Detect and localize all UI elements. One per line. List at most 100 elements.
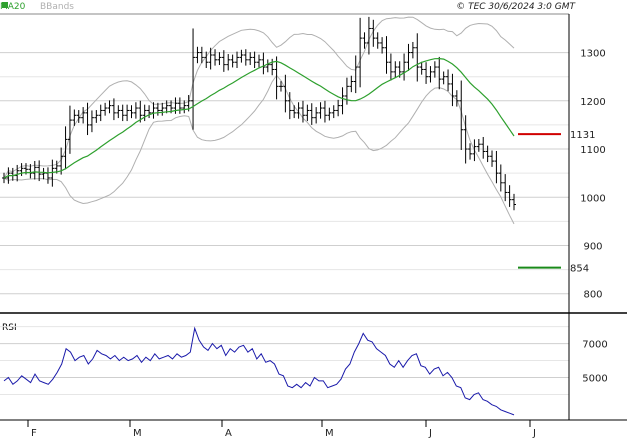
ohlc-bar (116, 105, 121, 119)
ohlc-bar (494, 150, 499, 184)
ohlc-bar (393, 61, 398, 78)
stock-chart: MA20 BBands © TEC 30/6/2024 3:0 GMT 1131… (0, 2, 627, 439)
ohlc-bar (512, 193, 516, 211)
ohlc-bar (415, 33, 420, 82)
ohlc-bar (257, 54, 261, 68)
ohlc-bar (336, 99, 341, 117)
ohlc-bar (221, 50, 226, 72)
ohlc-bar (248, 52, 253, 66)
ohlc-bar (432, 61, 437, 78)
ohlc-bar (81, 107, 86, 124)
ohlc-bar (177, 97, 182, 114)
ohlc-bar (428, 66, 433, 83)
price-tick-label: 900 (583, 241, 602, 252)
ohlc-bar (410, 41, 415, 59)
ohlc-bar (103, 102, 108, 116)
ohlc-bar (217, 52, 222, 66)
x-month-label: M (325, 428, 334, 439)
ohlc-bar (305, 104, 310, 122)
ohlc-bar (230, 54, 235, 68)
ohlc-bar (476, 139, 481, 152)
ohlc-bar (107, 100, 112, 114)
ohlc-bar (125, 104, 130, 122)
ohlc-bar (98, 104, 103, 122)
ohlc-bar (283, 74, 288, 113)
price-tick-label: 800 (583, 290, 602, 301)
ohlc-bar (446, 69, 451, 92)
price-marker-label: 1131 (570, 130, 595, 141)
ma-legend-label: MA20 (0, 2, 26, 12)
ohlc-bar (120, 104, 125, 122)
rsi-grid (0, 326, 569, 396)
ohlc-bar (490, 150, 495, 167)
price-tick-label: 1000 (580, 193, 605, 204)
ohlc-bar (485, 145, 490, 163)
ohlc-bar (468, 143, 473, 160)
ohlc-bar (309, 103, 314, 125)
ohlc-bar (265, 59, 270, 73)
ohlc-bar (129, 105, 134, 119)
ohlc-bar (472, 139, 477, 162)
ohlc-bar (111, 98, 116, 121)
rsi-tick-label: 5000 (582, 374, 607, 385)
ohlc-bar (481, 136, 486, 159)
ohlc-bar (375, 32, 380, 49)
ohlc-bar (384, 36, 389, 74)
ohlc-bar (261, 52, 266, 75)
x-month-label: A (225, 428, 232, 439)
ohlc-bar (89, 110, 94, 133)
ohlc-bar (63, 126, 68, 170)
copyright-text: © TEC 30/6/2024 3:0 GMT (456, 2, 576, 12)
ohlc-bar (243, 49, 248, 66)
ohlc-bar (160, 102, 165, 116)
ohlc-bar (349, 75, 354, 93)
price-grid (0, 52, 569, 295)
ohlc-bar (32, 160, 37, 180)
ohlc-bar (366, 16, 371, 55)
bbands-lower-line (3, 74, 515, 225)
x-month-label: F (31, 428, 37, 439)
ohlc-bar (419, 61, 424, 75)
ohlc-bar (322, 100, 327, 123)
rsi-axis-labels: 5000 7000 (582, 340, 607, 385)
ohlc-bar (252, 51, 257, 69)
ohlc-bar (155, 102, 160, 116)
ohlc-bar (507, 185, 512, 207)
price-tick-label: 1200 (580, 97, 605, 108)
ohlc-bar (235, 51, 240, 69)
ohlc-bar (208, 47, 213, 70)
ohlc-bar (94, 110, 99, 123)
ohlc-bar (195, 46, 200, 64)
ohlc-bar (151, 102, 156, 119)
ohlc-bar (331, 105, 336, 119)
ohlc-bar (406, 43, 411, 71)
rsi-line (3, 326, 515, 416)
ohlc-bar (239, 49, 244, 63)
ohlc-bar (213, 49, 218, 66)
ohlc-bar (327, 107, 332, 121)
ohlc-bar (133, 102, 138, 119)
price-marker-label: 854 (570, 264, 589, 275)
ohlc-bar (37, 160, 42, 182)
ohlc-bar (318, 102, 323, 119)
ohlc-bars (2, 16, 516, 211)
x-month-label: J (428, 428, 432, 439)
ohlc-bar (10, 167, 15, 181)
ohlc-bar (498, 164, 503, 192)
rsi-tick-label: 7000 (582, 340, 607, 351)
ohlc-bar (424, 62, 429, 84)
x-month-label: J (532, 428, 536, 439)
ohlc-bar (41, 167, 46, 180)
x-axis: FMAMJJ (27, 420, 536, 439)
ohlc-bar (142, 104, 147, 122)
rsi-path (3, 326, 515, 416)
ohlc-bar (292, 105, 297, 119)
ohlc-bar (45, 167, 50, 184)
bollinger-bands (3, 16, 515, 225)
ohlc-bar (380, 37, 385, 54)
bbands-upper-line (3, 16, 515, 179)
ohlc-bar (353, 55, 358, 94)
ohlc-bar (441, 71, 446, 85)
x-month-label: M (133, 428, 142, 439)
bbands-legend-label: BBands (40, 2, 74, 12)
